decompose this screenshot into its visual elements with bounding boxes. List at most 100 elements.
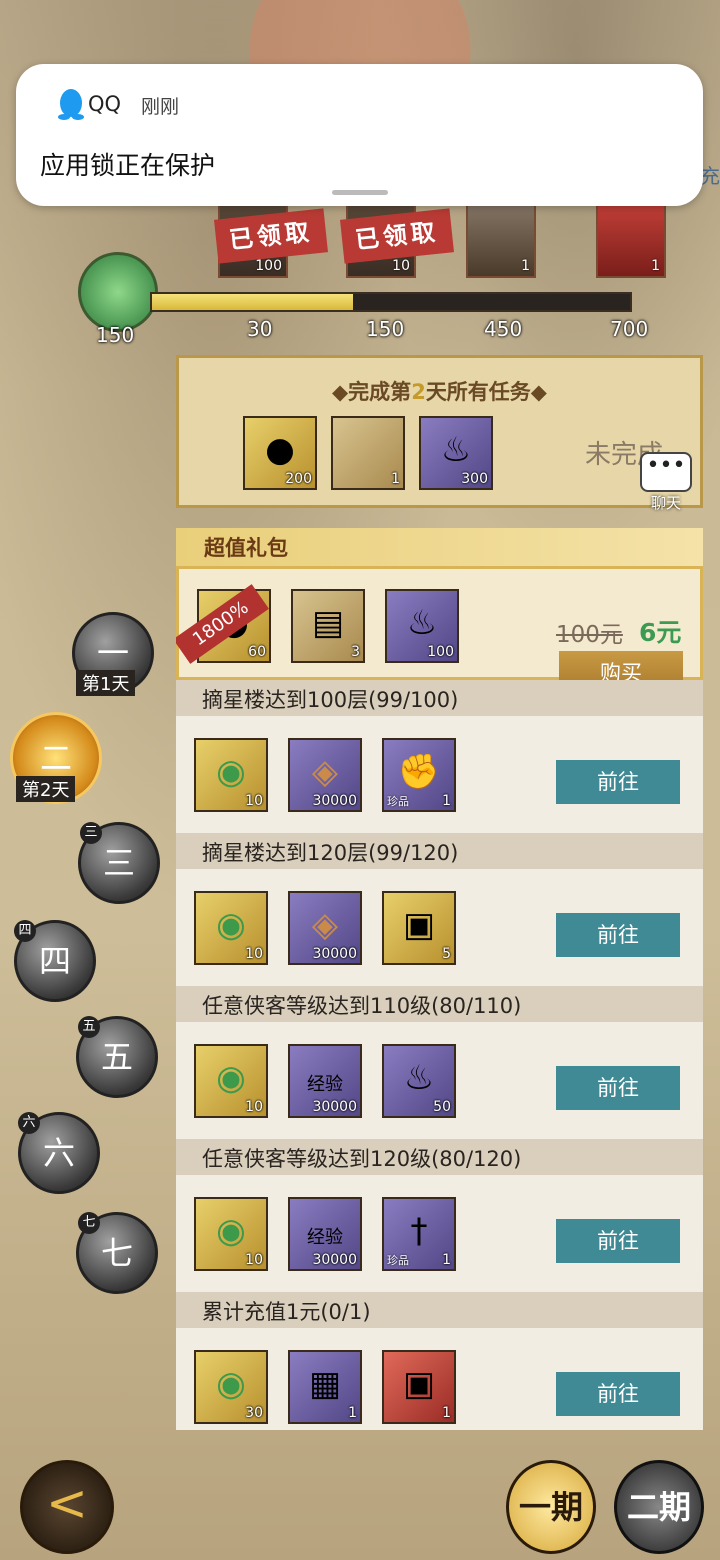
scroll-icon: ▤ (311, 603, 345, 643)
jade-icon: ◉ (216, 752, 246, 792)
item-count: 10 (245, 1252, 263, 1268)
item-count: 10 (245, 946, 263, 962)
task-title: 累计充值1元(0/1) (202, 1300, 371, 1324)
current-points: 150 (96, 323, 135, 347)
task-title: 任意侠客等级达到120级(80/120) (202, 1147, 522, 1171)
task-title-bar: 任意侠客等级达到110级(80/110) (176, 986, 703, 1022)
task-item-gourd[interactable]: ♨ 50 (382, 1044, 456, 1118)
gift-item-gourd[interactable]: ♨ 100 (385, 589, 459, 663)
notification-banner[interactable]: QQ 刚刚 应用锁正在保护 (16, 64, 703, 206)
exp-orb-icon: 经验 (307, 1227, 343, 1248)
item-count: 3 (351, 644, 360, 660)
glove-icon: ✊ (397, 752, 441, 792)
item-tag: 珍品 (387, 795, 409, 808)
go-button[interactable]: 前往 (556, 913, 680, 957)
task-title-bar: 摘星楼达到100层(99/100) (176, 680, 703, 716)
chat-button[interactable]: ••• 聊天 (640, 452, 692, 512)
task-item-jade[interactable]: ◉ 10 (194, 1044, 268, 1118)
task-item-chest[interactable]: ▦ 1 (288, 1350, 362, 1424)
coin-icon: ◈ (311, 905, 339, 945)
back-arrow-icon: < (46, 1474, 88, 1532)
item-count: 1 (442, 1252, 451, 1268)
reward-item-gourd[interactable]: ♨ 300 (419, 416, 493, 490)
go-button[interactable]: 前往 (556, 1066, 680, 1110)
jade-icon: ◉ (216, 1211, 246, 1251)
go-button[interactable]: 前往 (556, 1372, 680, 1416)
item-count: 10 (245, 793, 263, 809)
task-item-jade[interactable]: ◉ 10 (194, 1197, 268, 1271)
go-button[interactable]: 前往 (556, 1219, 680, 1263)
milestone-label: 700 (610, 317, 649, 341)
top-reward-item[interactable]: 1 (596, 196, 666, 278)
task-item-jade[interactable]: ◉ 10 (194, 738, 268, 812)
item-count: 1 (442, 1405, 451, 1421)
milestone-label: 450 (484, 317, 523, 341)
top-reward-item[interactable]: 1 (466, 196, 536, 278)
item-count: 30000 (312, 1252, 357, 1268)
task-item-card[interactable]: ▣ 1 (382, 1350, 456, 1424)
task-item-sword[interactable]: † 珍品 1 (382, 1197, 456, 1271)
points-progress-bar (150, 292, 632, 312)
item-count: 200 (285, 471, 312, 487)
reward-item-gold-ingot[interactable]: ● 200 (243, 416, 317, 490)
milestone-label: 150 (366, 317, 405, 341)
task-title: 摘星楼达到120层(99/120) (202, 841, 459, 865)
exp-orb-icon: 经验 (307, 1074, 343, 1095)
top-reward-count: 10 (392, 258, 410, 274)
task-item-jade[interactable]: ◉ 10 (194, 891, 268, 965)
milestone-label: 30 (247, 317, 273, 341)
edge-text: 充 (700, 164, 720, 188)
task-card: ◉ 10 经验 30000 † 珍品 1 前往 (176, 1175, 703, 1292)
card-icon: ▣ (402, 1364, 436, 1404)
period-2-button[interactable]: 二期 (614, 1460, 704, 1554)
day-glyph: 二 (39, 739, 72, 777)
go-button[interactable]: 前往 (556, 760, 680, 804)
task-item-exp-orb[interactable]: 经验 30000 (288, 1044, 362, 1118)
day-badge: 三 (80, 822, 102, 844)
sword-icon: † (410, 1211, 428, 1251)
jade-icon: ◉ (216, 1364, 246, 1404)
day-glyph: 三 (102, 844, 135, 882)
reward-item-hero[interactable]: 1 (331, 416, 405, 490)
item-count: 1 (391, 471, 400, 487)
back-button[interactable]: < (20, 1460, 114, 1554)
gift-item-scroll[interactable]: ▤ 3 (291, 589, 365, 663)
task-title-bar: 累计充值1元(0/1) (176, 1292, 703, 1328)
task-title-bar: 任意侠客等级达到120级(80/120) (176, 1139, 703, 1175)
task-list[interactable]: 超值礼包 1800% ●60 ▤3 ♨100 100元 6元 购买 摘星楼达到1… (176, 528, 703, 1430)
item-tag: 珍品 (387, 1254, 409, 1267)
task-card: ◉ 10 ◈ 30000 ✊ 珍品 1 前往 (176, 716, 703, 833)
task-card: ◉ 30 ▦ 1 ▣ 1 前往 (176, 1328, 703, 1430)
day-completion-panel: ◆完成第2天所有任务◆ ● 200 1 ♨ 300 未完成 (176, 355, 703, 508)
task-title: 摘星楼达到100层(99/100) (202, 688, 459, 712)
item-count: 30000 (312, 1099, 357, 1115)
item-count: 5 (442, 946, 451, 962)
item-count: 30000 (312, 946, 357, 962)
task-item-jade[interactable]: ◉ 30 (194, 1350, 268, 1424)
card-icon: ▣ (402, 905, 436, 945)
chat-label: 聊天 (650, 494, 681, 512)
notification-drag-handle[interactable] (332, 190, 388, 195)
day-badge: 四 (14, 920, 36, 942)
gourd-icon: ♨ (406, 603, 438, 643)
day-label: 第2天 (16, 776, 76, 802)
item-count: 300 (461, 471, 488, 487)
top-reward-count: 1 (521, 258, 530, 274)
task-item-card[interactable]: ▣ 5 (382, 891, 456, 965)
task-item-glove[interactable]: ✊ 珍品 1 (382, 738, 456, 812)
coin-icon: ◈ (311, 752, 339, 792)
jade-icon: ◉ (216, 905, 246, 945)
task-title-bar: 摘星楼达到120层(99/120) (176, 833, 703, 869)
task-item-exp-orb[interactable]: 经验 30000 (288, 1197, 362, 1271)
item-count: 60 (248, 644, 266, 660)
task-title: 任意侠客等级达到110级(80/110) (202, 994, 522, 1018)
period-1-button[interactable]: 一期 (506, 1460, 596, 1554)
day-glyph: 七 (100, 1234, 133, 1272)
task-card: ◉ 10 经验 30000 ♨ 50 前往 (176, 1022, 703, 1139)
notification-time: 刚刚 (141, 96, 180, 118)
gold-ingot-icon: ● (265, 430, 295, 470)
task-item-coin[interactable]: ◈ 30000 (288, 738, 362, 812)
item-count: 30000 (312, 793, 357, 809)
top-reward-count: 1 (651, 258, 660, 274)
task-item-coin[interactable]: ◈ 30000 (288, 891, 362, 965)
